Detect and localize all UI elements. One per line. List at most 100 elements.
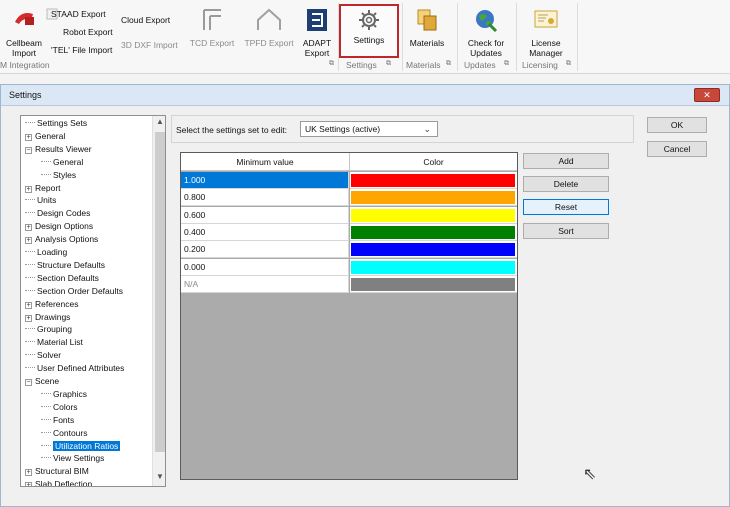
minimum-value-cell[interactable]: 0.000 bbox=[181, 258, 349, 276]
tree-item[interactable]: Fonts bbox=[41, 414, 74, 427]
color-cell[interactable] bbox=[350, 189, 517, 207]
expand-plus-icon[interactable]: + bbox=[25, 185, 32, 193]
tree-item[interactable]: Solver bbox=[25, 349, 61, 362]
close-button[interactable]: ✕ bbox=[694, 88, 720, 102]
table-row[interactable]: 1.000 bbox=[181, 172, 517, 189]
dialog-launcher-icon[interactable]: ⧉ bbox=[446, 60, 454, 68]
tree-item[interactable]: Colors bbox=[41, 401, 78, 414]
tree-item[interactable]: User Defined Attributes bbox=[25, 362, 124, 375]
expand-plus-icon[interactable]: + bbox=[25, 314, 32, 322]
tree-item-label: General bbox=[53, 156, 84, 167]
minimum-value-cell[interactable]: 0.200 bbox=[181, 241, 349, 259]
tree-item[interactable]: Graphics bbox=[41, 388, 87, 401]
tree-item[interactable]: Design Codes bbox=[25, 207, 90, 220]
color-cell[interactable] bbox=[350, 258, 517, 276]
settings-set-dropdown[interactable]: UK Settings (active) ⌄ bbox=[300, 121, 438, 137]
tree-item[interactable]: + Drawings bbox=[25, 311, 70, 324]
tree-scrollbar[interactable]: ▲ ▼ bbox=[152, 116, 165, 486]
tree-connector bbox=[41, 392, 51, 394]
expand-plus-icon[interactable]: + bbox=[25, 237, 32, 245]
tree-item[interactable]: Loading bbox=[25, 246, 67, 259]
check-updates-button[interactable]: Check for Updates bbox=[460, 6, 512, 58]
settings-set-label: Select the settings set to edit: bbox=[176, 125, 288, 135]
adapt-export-button[interactable]: ADAPT Export bbox=[298, 6, 336, 58]
tree-item[interactable]: View Settings bbox=[41, 452, 104, 465]
dialog-launcher-icon[interactable]: ⧉ bbox=[566, 60, 574, 68]
settings-tree[interactable]: Settings Sets + General − Results Viewer Gene… bbox=[20, 115, 166, 487]
sort-button[interactable]: Sort bbox=[523, 223, 609, 239]
expand-plus-icon[interactable]: + bbox=[25, 133, 32, 141]
staad-export-button[interactable]: STAAD Export bbox=[51, 9, 106, 19]
color-cell[interactable] bbox=[350, 275, 517, 293]
scroll-down-arrow-icon[interactable]: ▼ bbox=[155, 472, 165, 481]
dialog-launcher-icon[interactable]: ⧉ bbox=[386, 60, 394, 68]
delete-button[interactable]: Delete bbox=[523, 176, 609, 192]
tree-item[interactable]: − Results Viewer bbox=[25, 143, 92, 156]
color-cell[interactable] bbox=[350, 223, 517, 241]
tree-item[interactable]: + Structural BIM bbox=[25, 465, 89, 478]
group-label-integration: M Integration bbox=[0, 60, 50, 70]
tree-item[interactable]: + Analysis Options bbox=[25, 233, 98, 246]
table-row[interactable]: 0.600 bbox=[181, 206, 517, 224]
tree-item[interactable]: + General bbox=[25, 130, 65, 143]
minimum-value-cell[interactable]: 1.000 bbox=[181, 172, 349, 189]
tpfd-export-button[interactable]: TPFD Export bbox=[241, 6, 297, 50]
dxf-import-button[interactable]: 3D DXF Import bbox=[121, 40, 178, 50]
tree-item[interactable]: + Design Options bbox=[25, 220, 93, 233]
tree-connector bbox=[25, 263, 35, 265]
ok-button[interactable]: OK bbox=[647, 117, 707, 133]
cancel-button[interactable]: Cancel bbox=[647, 141, 707, 157]
table-row[interactable]: 0.200 bbox=[181, 241, 517, 259]
minimum-value-cell[interactable]: 0.400 bbox=[181, 223, 349, 241]
tree-item-label: Colors bbox=[53, 401, 78, 412]
color-cell[interactable] bbox=[350, 241, 517, 259]
tree-item[interactable]: Settings Sets bbox=[25, 117, 87, 130]
table-row[interactable]: 0.800 bbox=[181, 189, 517, 207]
settings-button[interactable]: Settings bbox=[339, 4, 399, 58]
minimum-value-cell[interactable]: 0.800 bbox=[181, 189, 349, 207]
expand-plus-icon[interactable]: + bbox=[25, 224, 32, 232]
table-row[interactable]: N/A bbox=[181, 275, 517, 293]
tel-file-import-button[interactable]: 'TEL' File Import bbox=[51, 45, 112, 55]
tree-item[interactable]: General bbox=[41, 156, 83, 169]
tree-item[interactable]: Section Order Defaults bbox=[25, 285, 123, 298]
tree-item[interactable]: Units bbox=[25, 194, 56, 207]
tree-item[interactable]: Contours bbox=[41, 427, 88, 440]
tree-item-label: Units bbox=[37, 195, 57, 206]
collapse-minus-icon[interactable]: − bbox=[25, 146, 32, 154]
add-button[interactable]: Add bbox=[523, 153, 609, 169]
scroll-up-arrow-icon[interactable]: ▲ bbox=[155, 117, 165, 126]
collapse-minus-icon[interactable]: − bbox=[25, 379, 32, 386]
tree-connector bbox=[41, 457, 51, 459]
minimum-value-cell[interactable]: 0.600 bbox=[181, 206, 349, 224]
tree-item[interactable]: Utilization Ratios bbox=[41, 440, 121, 453]
tree-item[interactable]: Section Defaults bbox=[25, 272, 99, 285]
tree-item[interactable]: Styles bbox=[41, 169, 76, 182]
tree-item[interactable]: Structure Defaults bbox=[25, 259, 105, 272]
materials-button[interactable]: Materials bbox=[404, 6, 450, 50]
robot-export-button[interactable]: Robot Export bbox=[63, 27, 113, 37]
expand-plus-icon[interactable]: + bbox=[25, 301, 32, 309]
tree-item-label: Results Viewer bbox=[35, 143, 92, 154]
color-cell[interactable] bbox=[350, 206, 517, 224]
table-row[interactable]: 0.400 bbox=[181, 223, 517, 241]
reset-button[interactable]: Reset bbox=[523, 199, 609, 215]
tree-item[interactable]: Grouping bbox=[25, 323, 72, 336]
scroll-thumb[interactable] bbox=[155, 132, 165, 452]
color-cell[interactable] bbox=[350, 172, 517, 189]
tree-item[interactable]: + Report bbox=[25, 182, 61, 195]
tree-item[interactable]: − Scene bbox=[25, 375, 59, 388]
cellbeam-import-button[interactable]: Cellbeam Import bbox=[2, 6, 46, 58]
dialog-launcher-icon[interactable]: ⧉ bbox=[504, 60, 512, 68]
table-row[interactable]: 0.000 bbox=[181, 258, 517, 276]
minimum-value-cell[interactable]: N/A bbox=[181, 275, 349, 293]
dialog-launcher-icon[interactable]: ⧉ bbox=[329, 60, 337, 68]
cloud-export-button[interactable]: Cloud Export bbox=[121, 15, 170, 25]
license-manager-button[interactable]: License Manager bbox=[519, 6, 573, 58]
expand-plus-icon[interactable]: + bbox=[25, 469, 32, 477]
tree-item[interactable]: Material List bbox=[25, 336, 83, 349]
tcd-export-button[interactable]: TCD Export bbox=[186, 6, 238, 50]
tree-item[interactable]: + Slab Deflection bbox=[25, 478, 92, 486]
expand-plus-icon[interactable]: + bbox=[25, 482, 32, 486]
tree-item[interactable]: + References bbox=[25, 298, 78, 311]
